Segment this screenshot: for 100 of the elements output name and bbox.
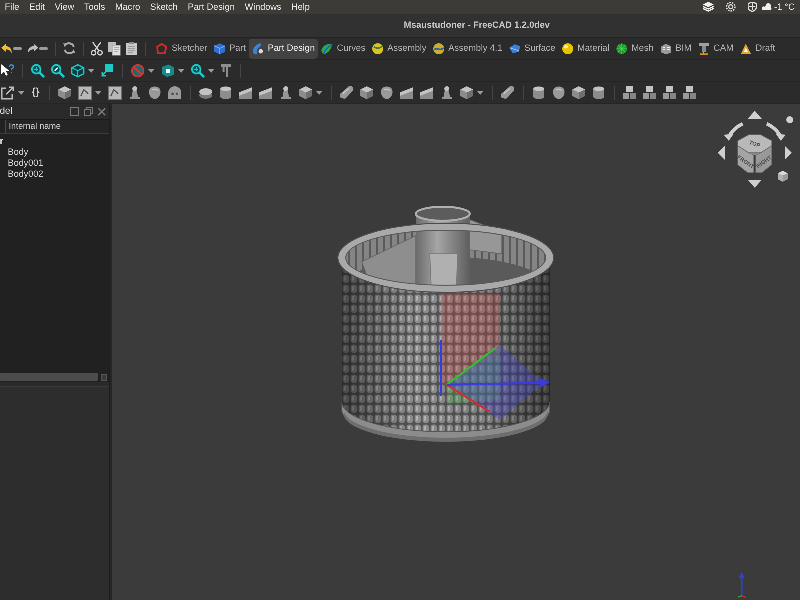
workbench-tab[interactable]: BIM <box>656 38 695 58</box>
workbench-tab[interactable]: Assembly 4.1 <box>430 38 506 58</box>
workbench-tab[interactable]: Material <box>558 38 613 58</box>
menu-item[interactable]: Sketch <box>145 0 183 14</box>
wedge-icon[interactable] <box>420 86 434 100</box>
workbench-tab[interactable]: CAM <box>694 38 737 58</box>
cylinder-icon[interactable] <box>218 86 233 100</box>
tree-item[interactable]: Body <box>0 147 109 158</box>
gear-icon[interactable] <box>726 2 736 12</box>
workbench-tab[interactable]: Curves <box>318 38 369 58</box>
building-icon <box>660 42 672 54</box>
menu-item[interactable]: Tools <box>79 0 110 14</box>
capsule-icon[interactable] <box>340 86 354 100</box>
wedge-icon[interactable] <box>238 86 253 100</box>
left-arrow-icon[interactable] <box>718 146 725 160</box>
slashed-circle-icon[interactable] <box>131 64 145 78</box>
caliper-icon[interactable] <box>221 64 232 78</box>
caret-icon[interactable] <box>208 68 215 72</box>
caret-icon[interactable] <box>88 68 95 72</box>
scissors-icon[interactable] <box>91 42 103 56</box>
menu-item[interactable]: Help <box>286 0 315 14</box>
sketch-sheet-icon[interactable] <box>108 86 122 100</box>
tree-item[interactable]: r <box>0 136 109 147</box>
menu-item[interactable]: Macro <box>110 0 146 14</box>
framed-cube-icon[interactable] <box>161 64 175 78</box>
workbench-tab[interactable]: Mesh <box>612 38 657 58</box>
magnifier-icon[interactable] <box>191 64 205 78</box>
shield-icon[interactable] <box>748 2 758 12</box>
arrow-square-icon[interactable] <box>101 64 114 77</box>
block-icon[interactable] <box>572 86 586 100</box>
clipboard-icon[interactable] <box>126 42 138 56</box>
basket-model-drawing[interactable] <box>338 206 554 442</box>
pawn-icon[interactable] <box>278 86 293 100</box>
pawn-icon[interactable] <box>440 86 454 100</box>
block-icon[interactable] <box>460 86 474 100</box>
caret-icon[interactable] <box>316 90 323 94</box>
caret-icon[interactable] <box>476 90 484 94</box>
workbench-tab[interactable]: Assembly <box>368 38 430 58</box>
block-icon[interactable] <box>360 86 374 100</box>
workbench-tab[interactable]: Sketcher <box>153 38 211 58</box>
caret-icon[interactable] <box>94 90 102 94</box>
column-header[interactable]: Internal name <box>5 120 109 133</box>
layers-icon[interactable] <box>703 2 714 12</box>
wedge-icon[interactable] <box>258 86 273 100</box>
menu-item[interactable]: File <box>0 0 25 14</box>
caret-icon[interactable] <box>178 68 185 72</box>
block-icon[interactable] <box>298 86 313 100</box>
curved-arrow-icon[interactable] <box>766 122 786 141</box>
wedge-icon[interactable] <box>400 86 414 100</box>
up-arrow-icon[interactable] <box>748 111 762 119</box>
curved-arrow-icon[interactable] <box>724 122 744 141</box>
blob-icon[interactable] <box>380 86 394 100</box>
menu-item[interactable]: Part Design <box>182 0 240 14</box>
small-cube-icon[interactable] <box>778 171 788 182</box>
stacked-blocks-icon[interactable] <box>662 86 677 100</box>
cylinder-icon[interactable] <box>592 86 606 100</box>
magnifier-icon[interactable] <box>31 64 45 78</box>
horizontal-scrollbar[interactable] <box>0 373 98 381</box>
down-arrow-icon[interactable] <box>748 180 762 188</box>
right-arrow-icon[interactable] <box>785 146 792 160</box>
export-arrow-icon[interactable] <box>1 86 15 100</box>
undo-arrow-icon[interactable] <box>1 42 22 54</box>
dome-icon[interactable] <box>168 86 182 100</box>
capsule-icon[interactable] <box>500 86 515 100</box>
close-icon[interactable] <box>98 108 106 116</box>
dot-icon[interactable] <box>786 116 794 124</box>
wireframe-cube-icon[interactable] <box>71 64 85 78</box>
sketch-sheet-icon[interactable] <box>78 86 92 100</box>
menu-item[interactable]: Edit <box>24 0 50 14</box>
copy-icon[interactable] <box>108 42 121 56</box>
maximize-icon[interactable] <box>70 107 79 116</box>
blob-icon[interactable] <box>552 86 566 100</box>
menu-item[interactable]: Windows <box>240 0 286 14</box>
surface-patch-icon <box>508 42 521 54</box>
menu-item[interactable]: View <box>50 0 80 14</box>
surface-patch-icon <box>321 42 334 54</box>
braces-button[interactable]: {} <box>31 86 41 100</box>
pawn-icon[interactable] <box>128 86 142 100</box>
cylinder-icon[interactable] <box>532 86 546 100</box>
stacked-blocks-icon[interactable] <box>682 86 697 100</box>
tree-item[interactable]: Body002 <box>0 169 109 180</box>
workbench-tab[interactable]: Part <box>210 38 250 58</box>
caret-icon[interactable] <box>18 90 25 94</box>
panel-title: del <box>0 105 13 119</box>
blob-icon[interactable] <box>148 86 162 100</box>
temperature-text: -1 °C <box>774 2 795 12</box>
caret-icon[interactable] <box>148 68 155 72</box>
block-icon[interactable] <box>58 86 72 100</box>
workbench-tab[interactable]: Draft <box>736 38 778 58</box>
workbench-tab[interactable]: Surface <box>506 38 559 58</box>
redo-arrow-icon[interactable] <box>27 42 48 54</box>
refresh-icon[interactable] <box>63 42 76 55</box>
stacked-blocks-icon[interactable] <box>622 86 637 100</box>
pointer-help-icon[interactable] <box>1 64 14 77</box>
layered-disc-icon[interactable] <box>198 86 213 100</box>
stacked-blocks-icon[interactable] <box>642 86 657 100</box>
tree-item[interactable]: Body001 <box>0 158 109 169</box>
workbench-tab[interactable]: Part Design <box>249 38 318 58</box>
magnifier-icon[interactable] <box>51 64 65 78</box>
float-icon[interactable] <box>84 107 93 116</box>
